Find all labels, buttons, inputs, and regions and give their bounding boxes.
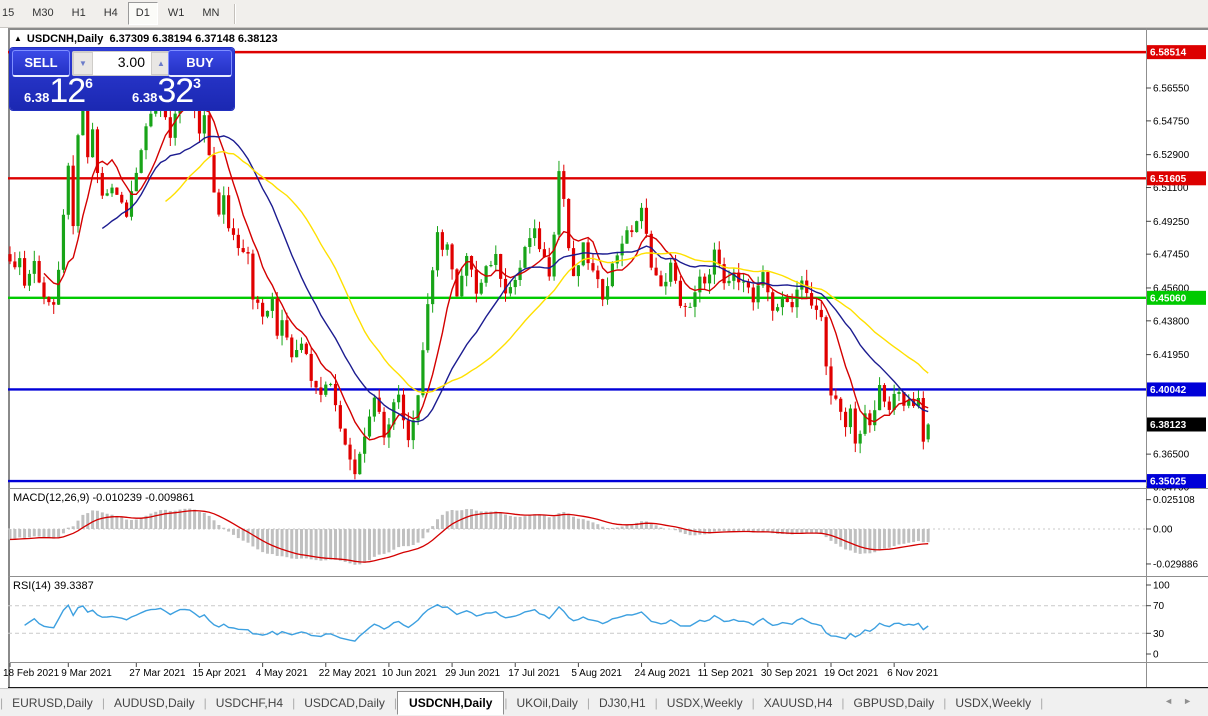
svg-text:6.58514: 6.58514 <box>1150 48 1187 59</box>
chart-symbol-label: USDCNH,Daily <box>27 33 103 45</box>
chart-tab-usdcad-daily[interactable]: USDCAD,Daily <box>295 692 394 714</box>
svg-text:6.51605: 6.51605 <box>1150 174 1187 185</box>
chart-tab-usdx-weekly[interactable]: USDX,Weekly <box>658 692 752 714</box>
price-axis-tick: 6.47450 <box>1153 250 1190 261</box>
tab-scroll-right-icon: ► <box>1183 696 1202 706</box>
price-axis-tick: 6.41950 <box>1153 350 1190 361</box>
sell-price[interactable]: 6.38126 <box>24 75 93 107</box>
date-axis-label: 10 Jun 2021 <box>382 668 437 679</box>
chart-tab-ukoil-daily[interactable]: UKOil,Daily <box>508 692 587 714</box>
chart-tab-usdchf-h4[interactable]: USDCHF,H4 <box>207 692 292 714</box>
price-axis-tick: 6.54750 <box>1153 116 1190 127</box>
buy-price[interactable]: 6.38323 <box>132 75 201 107</box>
moving-average-33 <box>166 152 929 393</box>
macd-axis-tick: -0.029886 <box>1153 559 1198 570</box>
date-axis-label: 15 Apr 2021 <box>192 668 246 679</box>
date-axis-label: 30 Sep 2021 <box>761 668 818 679</box>
date-axis-label: 17 Jul 2021 <box>508 668 560 679</box>
chart-tab-usdx-weekly[interactable]: USDX,Weekly <box>946 692 1040 714</box>
chart-tab-audusd-daily[interactable]: AUDUSD,Daily <box>105 692 204 714</box>
chart-tab-gbpusd-daily[interactable]: GBPUSD,Daily <box>845 692 944 714</box>
chart-tab-bar: | EURUSD,Daily|AUDUSD,Daily|USDCHF,H4|US… <box>0 688 1208 716</box>
chart-title: ▲ USDCNH,Daily 6.37309 6.38194 6.37148 6.… <box>14 33 278 45</box>
svg-text:6.45060: 6.45060 <box>1150 293 1187 304</box>
rsi-axis-tick: 70 <box>1153 601 1165 612</box>
macd-label: MACD(12,26,9) -0.010239 -0.009861 <box>13 492 195 504</box>
date-axis-label: 9 Mar 2021 <box>61 668 112 679</box>
macd-axis-tick: 0.025108 <box>1153 495 1195 506</box>
chart-tab-eurusd-daily[interactable]: EURUSD,Daily <box>3 692 102 714</box>
macd-signal-line <box>10 511 928 562</box>
date-axis-label: 27 Mar 2021 <box>129 668 186 679</box>
date-axis-label: 18 Feb 2021 <box>3 668 60 679</box>
date-axis-label: 5 Aug 2021 <box>571 668 622 679</box>
chart-tab-dj30-h1[interactable]: DJ30,H1 <box>590 692 655 714</box>
date-axis-label: 29 Jun 2021 <box>445 668 500 679</box>
rsi-axis-tick: 100 <box>1153 581 1170 592</box>
date-axis-label: 19 Oct 2021 <box>824 668 879 679</box>
chart-ohlc-values: 6.37309 6.38194 6.37148 6.38123 <box>109 33 277 45</box>
price-axis-tick: 6.49250 <box>1153 217 1190 228</box>
svg-text:6.38123: 6.38123 <box>1150 420 1187 431</box>
chart-tab-usdcnh-daily[interactable]: USDCNH,Daily <box>397 691 504 715</box>
price-axis-tick: 6.43800 <box>1153 316 1190 327</box>
price-axis-tick: 6.52900 <box>1153 150 1190 161</box>
tab-scroll-left-icon: ◄ <box>1164 696 1183 706</box>
candlestick-series <box>8 79 929 480</box>
rsi-axis-tick: 0 <box>1153 650 1159 661</box>
tab-separator: | <box>1040 696 1043 710</box>
collapse-triangle-icon[interactable]: ▲ <box>14 34 22 43</box>
date-axis-label: 11 Sep 2021 <box>698 668 754 679</box>
date-axis-label: 6 Nov 2021 <box>887 668 939 679</box>
date-axis-label: 22 May 2021 <box>319 668 377 679</box>
chart-tab-xauusd-h4[interactable]: XAUUSD,H4 <box>755 692 842 714</box>
macd-axis-tick: 0.00 <box>1153 525 1173 536</box>
one-click-trading-panel: SELL ▼ 3.00 ▲ BUY 6.38126 6.38323 <box>10 48 234 110</box>
price-axis-tick: 6.56550 <box>1153 84 1190 95</box>
date-axis-label: 24 Aug 2021 <box>635 668 692 679</box>
terminal-window: 15M30H1H4D1W1MN 6.565506.547506.529006.5… <box>0 0 1208 716</box>
rsi-axis-tick: 30 <box>1153 629 1165 640</box>
svg-text:6.35025: 6.35025 <box>1150 477 1187 488</box>
date-axis-label: 4 May 2021 <box>256 668 309 679</box>
volume-value[interactable]: 3.00 <box>93 52 151 75</box>
price-axis-tick: 6.36500 <box>1153 450 1190 461</box>
rsi-line <box>25 605 929 641</box>
rsi-label: RSI(14) 39.3387 <box>13 580 94 592</box>
svg-text:6.40042: 6.40042 <box>1150 385 1187 396</box>
tab-scroll-arrows[interactable]: ◄► <box>1164 696 1202 706</box>
